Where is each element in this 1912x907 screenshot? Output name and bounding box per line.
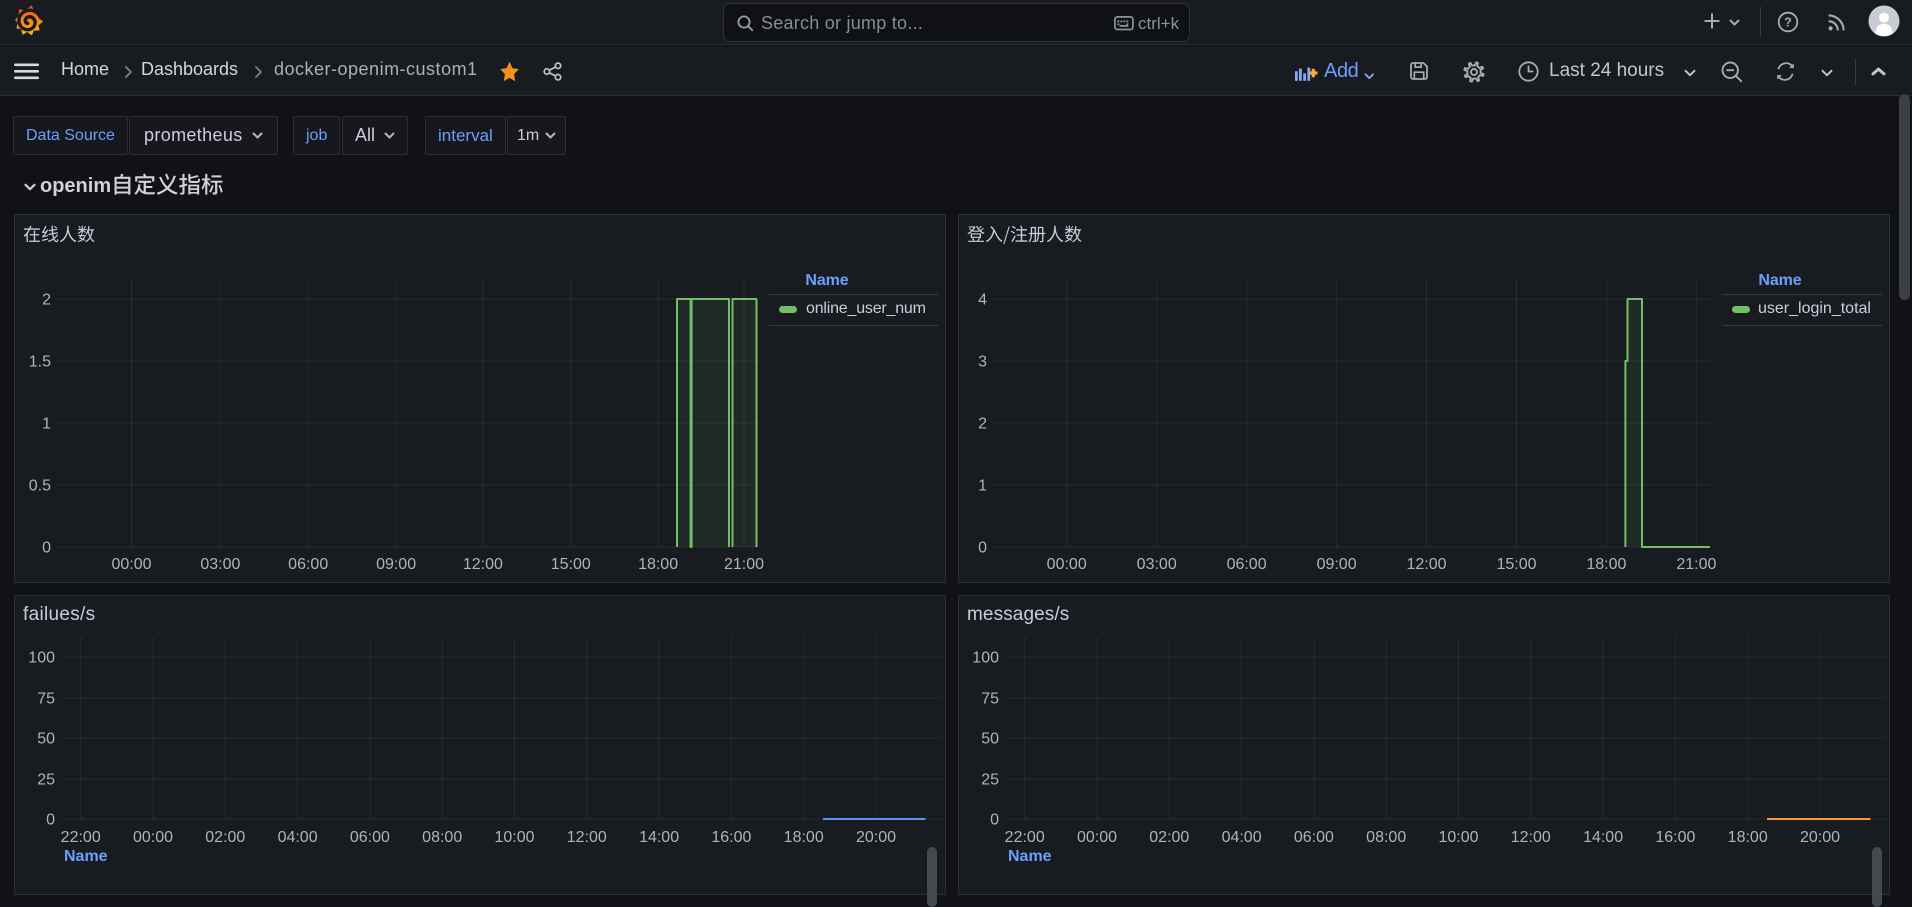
svg-text:06:00: 06:00 (1227, 556, 1267, 573)
svg-text:06:00: 06:00 (350, 829, 390, 846)
svg-text:2: 2 (978, 416, 987, 433)
svg-text:10:00: 10:00 (494, 829, 534, 846)
svg-text:1: 1 (42, 416, 51, 433)
svg-text:20:00: 20:00 (1800, 829, 1840, 846)
svg-text:50: 50 (981, 731, 999, 748)
svg-text:15:00: 15:00 (551, 556, 591, 573)
svg-text:02:00: 02:00 (1149, 829, 1189, 846)
svg-text:16:00: 16:00 (1655, 829, 1695, 846)
svg-text:0: 0 (978, 540, 987, 557)
svg-text:25: 25 (981, 772, 999, 789)
svg-text:00:00: 00:00 (111, 556, 151, 573)
svg-text:12:00: 12:00 (1406, 556, 1446, 573)
svg-text:09:00: 09:00 (1317, 556, 1357, 573)
svg-text:04:00: 04:00 (1222, 829, 1262, 846)
svg-text:08:00: 08:00 (422, 829, 462, 846)
svg-text:18:00: 18:00 (1728, 829, 1768, 846)
svg-text:25: 25 (37, 772, 55, 789)
svg-text:0: 0 (990, 812, 999, 829)
svg-text:1.5: 1.5 (29, 354, 51, 371)
svg-text:?: ? (1784, 15, 1792, 29)
svg-text:3: 3 (978, 354, 987, 371)
svg-text:20:00: 20:00 (856, 829, 896, 846)
svg-text:18:00: 18:00 (638, 556, 678, 573)
svg-text:18:00: 18:00 (784, 829, 824, 846)
svg-text:50: 50 (37, 731, 55, 748)
svg-text:03:00: 03:00 (1137, 556, 1177, 573)
svg-text:14:00: 14:00 (639, 829, 679, 846)
svg-text:12:00: 12:00 (567, 829, 607, 846)
svg-text:09:00: 09:00 (376, 556, 416, 573)
svg-text:0: 0 (42, 540, 51, 557)
svg-text:100: 100 (972, 650, 999, 667)
svg-text:06:00: 06:00 (288, 556, 328, 573)
svg-text:02:00: 02:00 (205, 829, 245, 846)
svg-text:0.5: 0.5 (29, 478, 51, 495)
svg-text:00:00: 00:00 (1077, 829, 1117, 846)
svg-text:75: 75 (981, 691, 999, 708)
svg-text:08:00: 08:00 (1366, 829, 1406, 846)
svg-text:03:00: 03:00 (200, 556, 240, 573)
svg-text:16:00: 16:00 (711, 829, 751, 846)
svg-text:22:00: 22:00 (61, 829, 101, 846)
svg-text:12:00: 12:00 (463, 556, 503, 573)
svg-text:75: 75 (37, 691, 55, 708)
svg-text:0: 0 (46, 812, 55, 829)
svg-text:12:00: 12:00 (1511, 829, 1551, 846)
svg-text:00:00: 00:00 (133, 829, 173, 846)
svg-text:18:00: 18:00 (1586, 556, 1626, 573)
svg-text:21:00: 21:00 (1676, 556, 1716, 573)
svg-text:06:00: 06:00 (1294, 829, 1334, 846)
svg-text:4: 4 (978, 292, 987, 309)
svg-text:100: 100 (28, 650, 55, 667)
svg-text:10:00: 10:00 (1438, 829, 1478, 846)
svg-text:2: 2 (42, 292, 51, 309)
svg-text:22:00: 22:00 (1005, 829, 1045, 846)
svg-text:21:00: 21:00 (724, 556, 764, 573)
svg-text:04:00: 04:00 (278, 829, 318, 846)
svg-text:14:00: 14:00 (1583, 829, 1623, 846)
svg-text:00:00: 00:00 (1047, 556, 1087, 573)
svg-text:1: 1 (978, 478, 987, 495)
svg-text:15:00: 15:00 (1496, 556, 1536, 573)
